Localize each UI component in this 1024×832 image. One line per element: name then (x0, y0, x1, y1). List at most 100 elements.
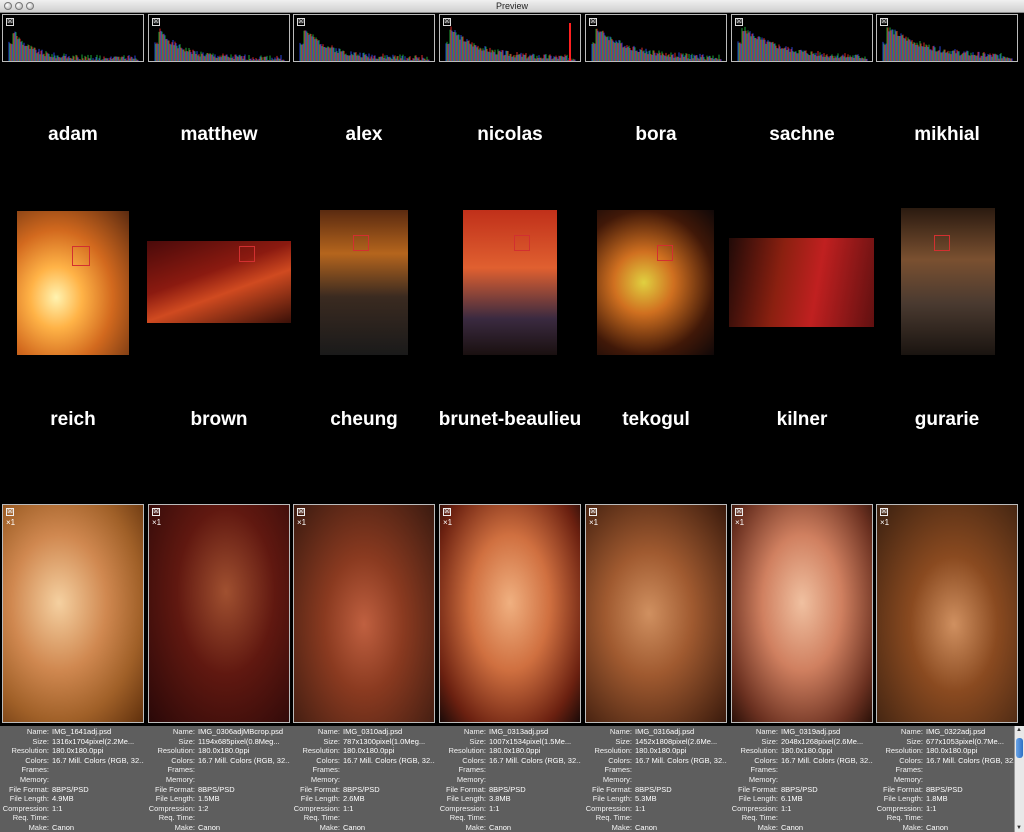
info-row: Compression: 1:1 (729, 804, 875, 814)
info-row: Resolution: 180.0x180.0ppi (291, 746, 437, 756)
performer-photo[interactable] (463, 210, 557, 355)
info-value: 8BPS/PSD (52, 784, 89, 794)
info-label: Frames: (21, 765, 49, 775)
info-row: Frames: (291, 765, 437, 775)
close-icon[interactable]: ⊠ (6, 508, 14, 516)
close-icon[interactable]: ⊠ (589, 18, 597, 26)
close-icon[interactable]: ⊠ (297, 508, 305, 516)
info-row: Size: 1007x1534pixel(1.5Me... (437, 737, 583, 747)
scrollbar-thumb[interactable] (1016, 738, 1023, 758)
info-row: Req. Time: (874, 813, 1020, 823)
last-name-label: brunet-beaulieu (438, 409, 582, 430)
info-label: Name: (755, 727, 778, 736)
close-window-button[interactable] (4, 2, 12, 10)
info-label: Size: (906, 736, 923, 746)
first-name-label: adam (48, 124, 98, 145)
histogram-graph (882, 27, 1013, 61)
portrait-crop[interactable]: ⊠ ×1 (585, 504, 727, 723)
first-name-label: sachne (769, 124, 835, 145)
image-columns: ⊠ adam reich ⊠ ×1 Name: IMG_1641adj.psd … (0, 14, 1024, 832)
close-icon[interactable]: ⊠ (443, 508, 451, 516)
close-icon[interactable]: ⊠ (880, 508, 888, 516)
info-row: Colors: 16.7 Mill. Colors (RGB, 32... (146, 756, 292, 766)
info-label: Frames: (458, 765, 486, 775)
close-icon[interactable]: ⊠ (443, 18, 451, 26)
histogram-graph (737, 26, 868, 61)
portrait-crop[interactable]: ⊠ ×1 (439, 504, 581, 723)
info-label: Make: (611, 822, 632, 832)
zoom-level: ×1 (735, 518, 745, 527)
info-value: IMG_1641adj.psd (52, 727, 112, 736)
last-name-label: brown (190, 409, 248, 430)
info-value: Canon (489, 822, 512, 832)
info-value: 2.6MB (343, 794, 365, 804)
performer-photo[interactable] (597, 210, 714, 355)
info-value (926, 775, 1018, 785)
performer-photo[interactable] (729, 238, 874, 327)
info-row: Frames: (437, 765, 583, 775)
first-name-label: alex (345, 124, 383, 145)
face-detection-box (657, 245, 673, 261)
close-icon[interactable]: ⊠ (6, 18, 14, 26)
info-row: File Length: 6.1MB (729, 794, 875, 804)
info-label: File Length: (592, 794, 632, 804)
portrait-crop[interactable]: ⊠ ×1 (293, 504, 435, 723)
scroll-up-arrow-icon[interactable]: ▲ (1016, 727, 1022, 733)
info-value: 8BPS/PSD (781, 784, 818, 794)
portrait-crop[interactable]: ⊠ ×1 (876, 504, 1018, 723)
histogram-panel: ⊠ (585, 14, 727, 62)
info-value (198, 765, 290, 775)
info-row: Resolution: 180.0x180.0ppi (729, 746, 875, 756)
close-icon[interactable]: ⊠ (297, 18, 305, 26)
info-scrollbar[interactable]: ▲ ▼ (1014, 726, 1024, 832)
portrait-crop[interactable]: ⊠ ×1 (2, 504, 144, 723)
info-label: Compression: (2, 803, 49, 813)
info-value (635, 775, 727, 785)
info-label: File Format: (299, 784, 340, 794)
image-info-panel: Name: IMG_0310adj.psd Size: 787x1300pixe… (291, 726, 437, 832)
info-value: 1:2 (198, 803, 209, 813)
info-value: Canon (635, 822, 658, 832)
histogram-graph (8, 31, 139, 61)
close-icon[interactable]: ⊠ (589, 508, 597, 516)
info-row: Colors: 16.7 Mill. Colors (RGB, 32... (583, 756, 729, 766)
minimize-window-button[interactable] (15, 2, 23, 10)
close-icon[interactable]: ⊠ (152, 508, 160, 516)
performer-photo[interactable] (901, 208, 995, 355)
info-value: 5.3MB (635, 794, 657, 804)
close-icon[interactable]: ⊠ (735, 18, 743, 26)
info-row: Req. Time: (583, 813, 729, 823)
info-label: Resolution: (594, 746, 632, 756)
info-label: Size: (178, 736, 195, 746)
info-row: Resolution: 180.0x180.0ppi (0, 746, 146, 756)
info-label: Size: (32, 736, 49, 746)
info-value: 3.8MB (489, 794, 511, 804)
portrait-crop[interactable]: ⊠ ×1 (731, 504, 873, 723)
info-label: Memory: (456, 774, 486, 784)
performer-photo[interactable] (147, 241, 291, 323)
close-icon[interactable]: ⊠ (152, 18, 160, 26)
info-row: File Length: 2.6MB (291, 794, 437, 804)
close-icon[interactable]: ⊠ (735, 508, 743, 516)
info-row: Colors: 16.7 Mill. Colors (RGB, 32... (0, 756, 146, 766)
info-label: Name: (172, 727, 195, 736)
info-label: Compression: (585, 803, 632, 813)
info-label: Memory: (602, 774, 632, 784)
portrait-crop[interactable]: ⊠ ×1 (148, 504, 290, 723)
performer-photo[interactable] (17, 211, 129, 355)
performer-photo[interactable] (320, 210, 408, 355)
info-row: Size: 1316x1704pixel(2.2Me... (0, 737, 146, 747)
zoom-window-button[interactable] (26, 2, 34, 10)
info-row: Compression: 1:1 (0, 804, 146, 814)
info-row: Size: 2048x1268pixel(2.6Me... (729, 737, 875, 747)
close-icon[interactable]: ⊠ (880, 18, 888, 26)
info-label: Compression: (876, 803, 923, 813)
info-row: Size: 787x1300pixel(1.0Meg... (291, 737, 437, 747)
info-row: Colors: 16.7 Mill. Colors (RGB, 32... (729, 756, 875, 766)
image-info-panel: Name: IMG_0316adj.psd Size: 1452x1808pix… (583, 726, 729, 832)
scroll-down-arrow-icon[interactable]: ▼ (1016, 825, 1022, 831)
info-row: File Format: 8BPS/PSD (583, 785, 729, 795)
info-label: Name: (609, 727, 632, 736)
info-value: 8BPS/PSD (926, 784, 963, 794)
histogram-graph (445, 23, 576, 61)
